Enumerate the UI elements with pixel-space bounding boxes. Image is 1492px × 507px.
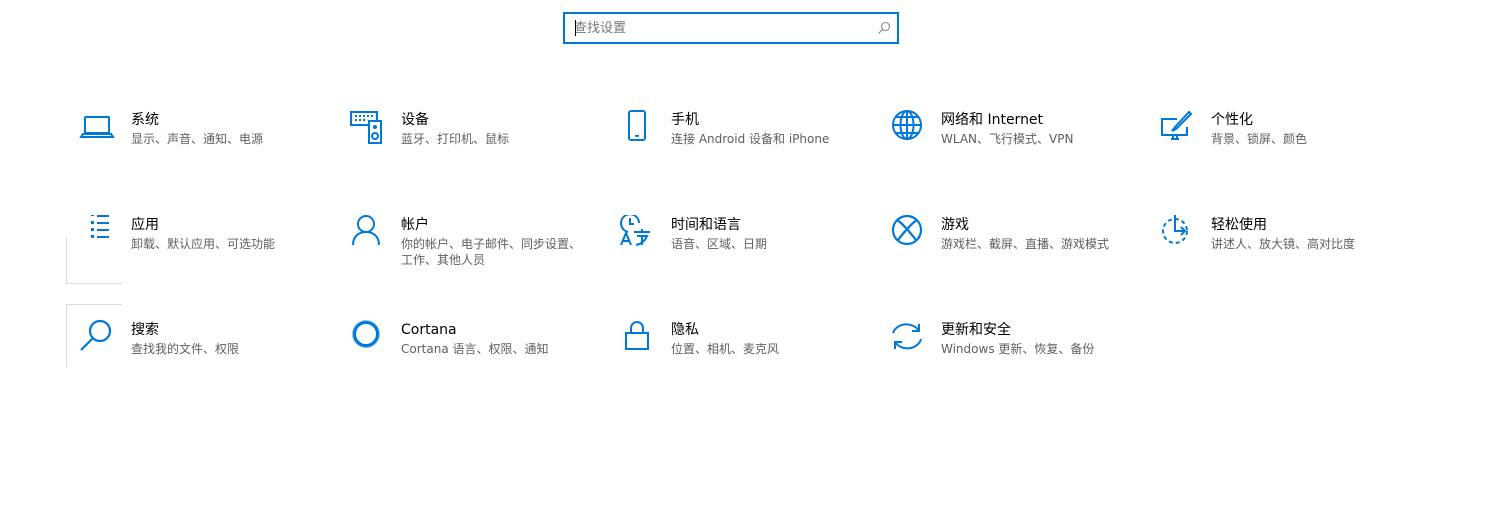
tile-title: 手机 xyxy=(671,112,699,128)
tile-system[interactable]: 系统 显示、声音、通知、电源 xyxy=(67,110,307,170)
tile-title: 隐私 xyxy=(671,322,699,338)
tile-description: 查找我的文件、权限 xyxy=(131,342,240,356)
tile-update-security[interactable]: 更新和安全 Windows 更新、恢复、备份 xyxy=(877,320,1117,380)
sync-arrows-icon xyxy=(889,320,925,356)
search-box[interactable] xyxy=(563,12,899,44)
tile-description: 显示、声音、通知、电源 xyxy=(131,132,264,146)
paint-monitor-icon xyxy=(1159,110,1195,146)
tile-title: 帐户 xyxy=(401,217,429,233)
devices-keyboard-speaker-icon xyxy=(349,110,385,146)
tile-ease-of-access[interactable]: 轻松使用 讲述人、放大镜、高对比度 xyxy=(1147,215,1387,275)
tile-devices[interactable]: 设备 蓝牙、打印机、鼠标 xyxy=(337,110,577,170)
tile-title: Cortana xyxy=(401,322,457,338)
tile-description: 位置、相机、麦克风 xyxy=(671,342,780,356)
xbox-icon xyxy=(889,215,925,251)
tile-description: 讲述人、放大镜、高对比度 xyxy=(1211,237,1356,251)
lock-icon xyxy=(619,320,655,356)
search-icon[interactable] xyxy=(877,21,891,35)
tile-title: 网络和 Internet xyxy=(941,112,1044,128)
tile-title: 系统 xyxy=(131,112,159,128)
tile-apps[interactable]: 应用 卸载、默认应用、可选功能 xyxy=(67,215,307,275)
tile-time-language[interactable]: 时间和语言 语音、区域、日期 xyxy=(607,215,847,275)
tile-title: 个性化 xyxy=(1211,112,1253,128)
tile-title: 搜索 xyxy=(131,322,159,338)
tile-cortana[interactable]: Cortana Cortana 语言、权限、通知 xyxy=(337,320,577,380)
tile-title: 应用 xyxy=(131,217,159,233)
tile-description: 背景、锁屏、颜色 xyxy=(1211,132,1308,146)
app-list-icon xyxy=(79,215,115,251)
phone-icon xyxy=(619,110,655,146)
tile-description: 连接 Android 设备和 iPhone xyxy=(671,132,830,146)
tile-accounts[interactable]: 帐户 你的帐户、电子邮件、同步设置、工作、其他人员 xyxy=(337,215,581,275)
tile-search[interactable]: 搜索 查找我的文件、权限 xyxy=(67,320,307,380)
tile-description: 语音、区域、日期 xyxy=(671,237,768,251)
tile-description: Cortana 语言、权限、通知 xyxy=(401,342,549,356)
tile-title: 轻松使用 xyxy=(1211,217,1267,233)
tile-description: 卸载、默认应用、可选功能 xyxy=(131,237,276,251)
search-input[interactable] xyxy=(565,14,874,42)
search-magnifier-icon xyxy=(79,320,115,356)
time-language-icon xyxy=(619,215,655,251)
tile-description: 你的帐户、电子邮件、同步设置、工作、其他人员 xyxy=(401,237,582,267)
person-icon xyxy=(349,215,385,251)
tile-gaming[interactable]: 游戏 游戏栏、截屏、直播、游戏模式 xyxy=(877,215,1117,275)
cortana-ring-icon xyxy=(349,320,385,356)
laptop-icon xyxy=(79,110,115,146)
ease-of-access-icon xyxy=(1159,215,1195,251)
tile-description: 游戏栏、截屏、直播、游戏模式 xyxy=(941,237,1110,251)
tile-phone[interactable]: 手机 连接 Android 设备和 iPhone xyxy=(607,110,847,170)
tile-personalization[interactable]: 个性化 背景、锁屏、颜色 xyxy=(1147,110,1387,170)
tile-description: WLAN、飞行模式、VPN xyxy=(941,132,1074,146)
tile-title: 游戏 xyxy=(941,217,969,233)
tile-privacy[interactable]: 隐私 位置、相机、麦克风 xyxy=(607,320,847,380)
tile-description: Windows 更新、恢复、备份 xyxy=(941,342,1095,356)
tile-title: 更新和安全 xyxy=(941,322,1011,338)
tile-title: 时间和语言 xyxy=(671,217,741,233)
text-caret xyxy=(575,20,576,36)
globe-icon xyxy=(889,110,925,146)
tile-description: 蓝牙、打印机、鼠标 xyxy=(401,132,510,146)
tile-network[interactable]: 网络和 Internet WLAN、飞行模式、VPN xyxy=(877,110,1117,170)
tile-title: 设备 xyxy=(401,112,429,128)
